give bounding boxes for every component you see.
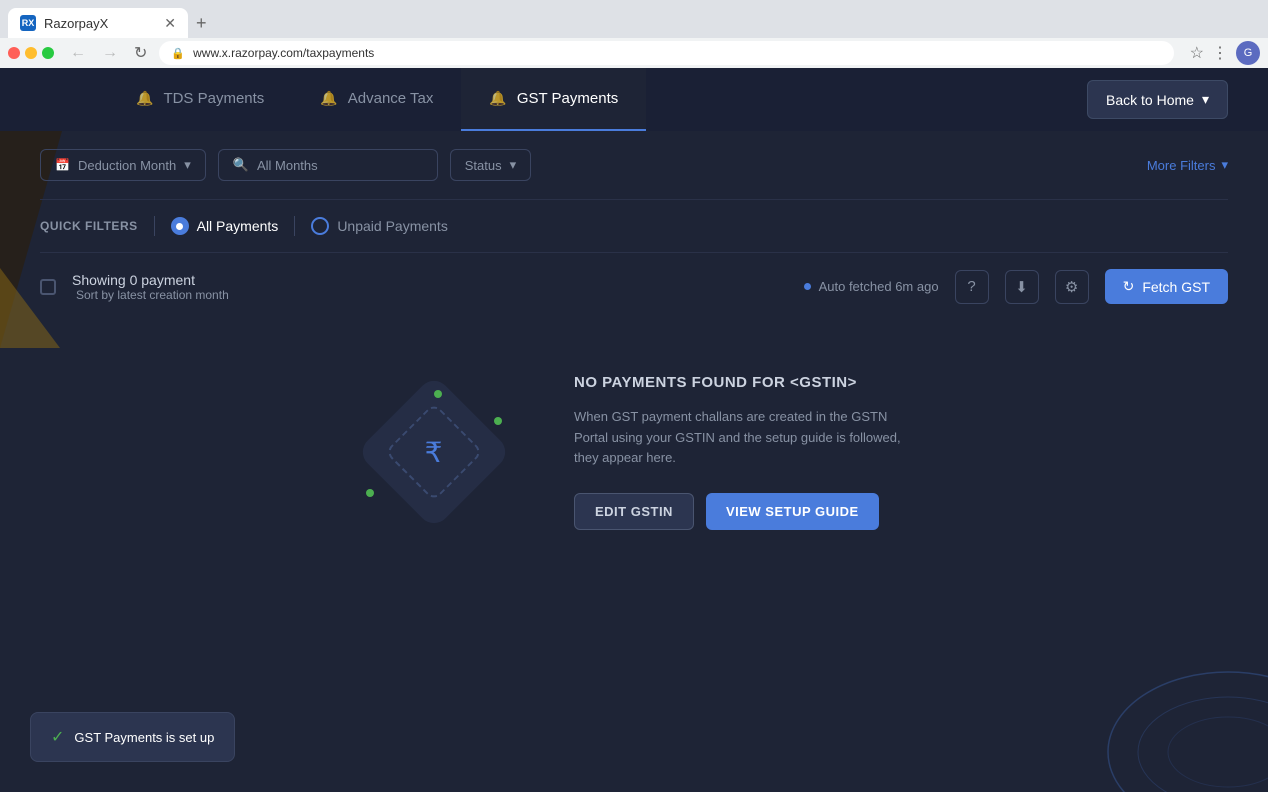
deduction-month-filter[interactable]: 📅 Deduction Month ▾ [40, 149, 206, 181]
all-payments-radio [171, 217, 189, 235]
filter-unpaid-payments[interactable]: Unpaid Payments [311, 217, 448, 235]
active-tab[interactable]: RX RazorpayX ✕ [8, 8, 188, 38]
auto-fetch-info: Auto fetched 6m ago [804, 279, 939, 294]
maximize-window-button[interactable] [42, 47, 54, 59]
menu-button[interactable]: ⋮ [1212, 41, 1228, 65]
back-to-home-button[interactable]: Back to Home ▾ [1087, 80, 1228, 119]
view-setup-label: VIEW SETUP GUIDE [726, 504, 859, 519]
help-icon: ? [967, 278, 975, 295]
help-button[interactable]: ? [955, 270, 989, 304]
address-bar[interactable]: 🔒 www.x.razorpay.com/taxpayments [159, 41, 1173, 65]
all-months-placeholder: All Months [257, 158, 318, 173]
lock-icon: 🔒 [171, 47, 185, 60]
fetch-gst-icon: ↻ [1123, 278, 1135, 295]
tab-close-button[interactable]: ✕ [164, 16, 176, 30]
more-filters-label: More Filters [1147, 158, 1216, 173]
select-all-checkbox[interactable] [40, 279, 56, 295]
empty-state-title: NO PAYMENTS FOUND FOR <GSTIN> [574, 374, 914, 391]
empty-state-text-block: NO PAYMENTS FOUND FOR <GSTIN> When GST p… [574, 374, 914, 530]
showing-count: Showing 0 payment [72, 272, 229, 288]
tab-tds-payments[interactable]: 🔔 TDS Payments [108, 68, 292, 131]
search-icon: 🔍 [233, 157, 249, 173]
toast-message: GST Payments is set up [74, 730, 214, 745]
nav-tabs: 🔔 TDS Payments 🔔 Advance Tax 🔔 GST Payme… [0, 68, 1067, 131]
tds-icon: 🔔 [136, 90, 153, 107]
traffic-lights [8, 47, 54, 59]
back-home-label: Back to Home [1106, 92, 1194, 108]
unpaid-payments-label: Unpaid Payments [337, 218, 448, 234]
auto-fetch-label: Auto fetched 6m ago [819, 279, 939, 294]
main-content: 📅 Deduction Month ▾ 🔍 All Months Status … [0, 131, 1268, 572]
gst-icon: 🔔 [489, 90, 506, 107]
bookmark-button[interactable]: ☆ [1190, 41, 1204, 65]
all-payments-label: All Payments [197, 218, 279, 234]
quick-filters-divider [154, 216, 155, 236]
quick-filters-label: QUICK FILTERS [40, 219, 138, 233]
sort-label: Sort by latest creation month [76, 288, 229, 302]
tab-favicon: RX [20, 15, 36, 31]
rupee-diamond-inner: ₹ [385, 403, 484, 502]
status-chevron: ▾ [510, 157, 517, 173]
deduction-month-chevron: ▾ [184, 157, 191, 173]
decoration-dot-top [434, 390, 442, 398]
toast-notification: ✓ GST Payments is set up [30, 712, 235, 762]
tab-advance-tax[interactable]: 🔔 Advance Tax [292, 68, 461, 131]
status-filter[interactable]: Status ▾ [450, 149, 531, 181]
decoration-dot-left [366, 489, 374, 497]
app-content: 🔔 TDS Payments 🔔 Advance Tax 🔔 GST Payme… [0, 68, 1268, 792]
browser-toolbar: ← → ↻ 🔒 www.x.razorpay.com/taxpayments ☆… [0, 38, 1268, 68]
filter-all-payments[interactable]: All Payments [171, 217, 279, 235]
download-icon: ⬇ [1015, 278, 1028, 296]
reload-button[interactable]: ↻ [130, 41, 151, 65]
empty-state: ₹ NO PAYMENTS FOUND FOR <GSTIN> When GST… [40, 312, 1228, 572]
tab-gst-payments[interactable]: 🔔 GST Payments [461, 68, 646, 131]
empty-state-content: ₹ NO PAYMENTS FOUND FOR <GSTIN> When GST… [354, 372, 914, 532]
settings-icon: ⚙ [1065, 278, 1078, 296]
fetch-gst-label: Fetch GST [1142, 279, 1210, 295]
tds-tab-label: TDS Payments [163, 90, 264, 107]
edit-gstin-label: EDIT GSTIN [595, 504, 673, 519]
advance-tab-label: Advance Tax [348, 90, 434, 107]
settings-button[interactable]: ⚙ [1055, 270, 1089, 304]
view-setup-guide-button[interactable]: VIEW SETUP GUIDE [706, 493, 879, 530]
download-button[interactable]: ⬇ [1005, 270, 1039, 304]
empty-state-actions: EDIT GSTIN VIEW SETUP GUIDE [574, 493, 914, 530]
deduction-month-label: Deduction Month [78, 158, 176, 173]
filters-bar: 📅 Deduction Month ▾ 🔍 All Months Status … [40, 131, 1228, 200]
calendar-icon: 📅 [55, 158, 70, 172]
browser-actions: ☆ ⋮ G [1190, 41, 1260, 65]
unpaid-payments-radio [311, 217, 329, 235]
empty-state-description: When GST payment challans are created in… [574, 407, 914, 469]
url-text: www.x.razorpay.com/taxpayments [193, 46, 374, 60]
back-button[interactable]: ← [66, 42, 90, 64]
browser-tab-bar: RX RazorpayX ✕ + [0, 0, 1268, 38]
edit-gstin-button[interactable]: EDIT GSTIN [574, 493, 694, 530]
decoration-dot-right [494, 417, 502, 425]
month-search-filter[interactable]: 🔍 All Months [218, 149, 438, 181]
new-tab-button[interactable]: + [188, 8, 215, 38]
payment-list-header: Showing 0 payment Sort by latest creatio… [40, 253, 1228, 312]
minimize-window-button[interactable] [25, 47, 37, 59]
quick-filters-divider-2 [294, 216, 295, 236]
quick-filters-bar: QUICK FILTERS All Payments Unpaid Paymen… [40, 200, 1228, 253]
rupee-symbol: ₹ [425, 435, 443, 468]
gst-tab-label: GST Payments [517, 90, 618, 107]
bottom-right-decoration [1068, 592, 1268, 792]
list-actions: Auto fetched 6m ago ? ⬇ ⚙ ↻ Fetch GST [804, 269, 1228, 304]
payment-count-info: Showing 0 payment Sort by latest creatio… [72, 272, 229, 302]
fetch-gst-button[interactable]: ↻ Fetch GST [1105, 269, 1228, 304]
close-window-button[interactable] [8, 47, 20, 59]
tab-title: RazorpayX [44, 16, 108, 31]
forward-button[interactable]: → [98, 42, 122, 64]
toast-check-icon: ✓ [51, 727, 64, 747]
user-avatar: G [1236, 41, 1260, 65]
status-label: Status [465, 158, 502, 173]
auto-fetch-dot [804, 283, 811, 290]
rupee-illustration: ₹ [354, 372, 514, 532]
more-filters-button[interactable]: More Filters ▾ [1147, 157, 1228, 173]
rupee-diamond: ₹ [356, 374, 512, 530]
more-filters-chevron: ▾ [1221, 157, 1228, 173]
back-home-chevron-icon: ▾ [1202, 91, 1209, 108]
advance-icon: 🔔 [320, 90, 337, 107]
